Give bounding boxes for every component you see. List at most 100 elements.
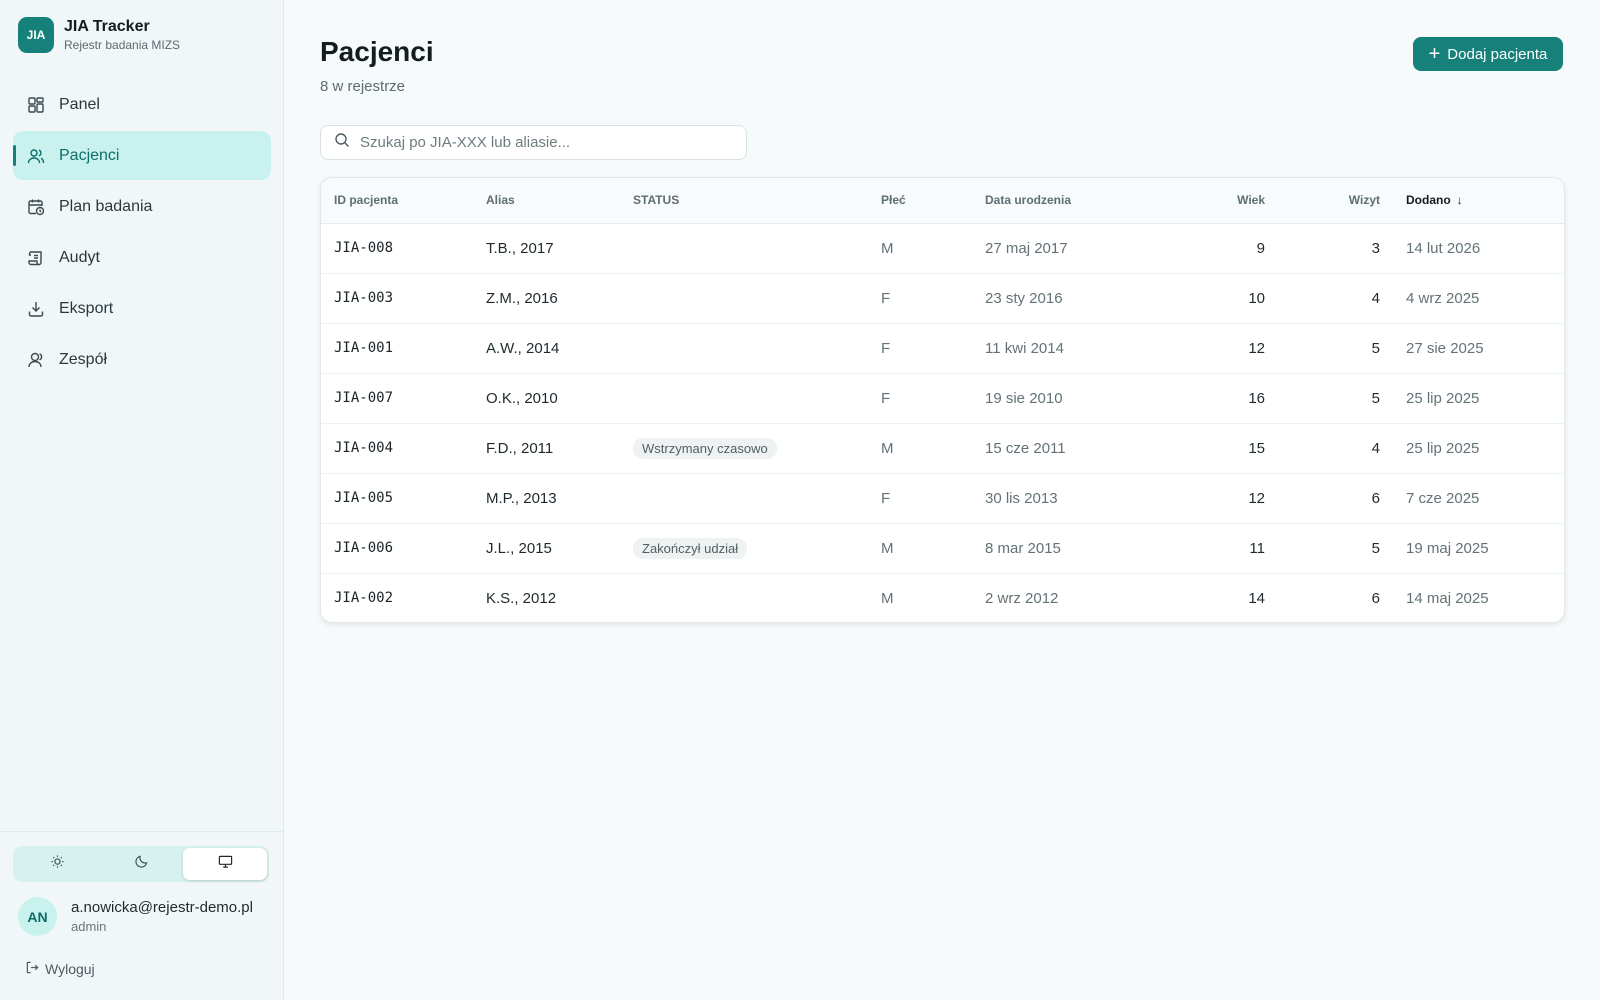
column-header-alias[interactable]: Alias (486, 178, 633, 224)
cell-visits: 6 (1265, 572, 1380, 622)
cell-added: 4 wrz 2025 (1380, 272, 1564, 323)
add-patient-label: Dodaj pacjenta (1447, 45, 1548, 63)
table-row[interactable]: JIA-002 K.S., 2012 M 2 wrz 2012 14 6 14 maj 20… (321, 572, 1564, 622)
status-badge: Wstrzymany czasowo (633, 437, 777, 459)
sidebar-item-label: Plan badania (59, 197, 153, 215)
avatar: AN (18, 897, 57, 936)
cell-dob: 8 mar 2015 (985, 522, 1185, 573)
table-row[interactable]: JIA-005 M.P., 2013 F 30 lis 2013 12 6 7 cze 20… (321, 472, 1564, 523)
page-title: Pacjenci (320, 36, 434, 67)
cell-added: 25 lip 2025 (1380, 372, 1564, 423)
cell-sex: M (881, 572, 985, 622)
sidebar-item-panel[interactable]: Panel (13, 80, 271, 129)
brand[interactable]: JIA JIA Tracker Rejestr badania MIZS (18, 17, 180, 53)
logout-label: Wyloguj (45, 961, 95, 977)
cell-patient-id: JIA-005 (321, 472, 486, 523)
column-header-added[interactable]: Dodano ↓ (1380, 178, 1564, 224)
monitor-icon (218, 854, 233, 874)
cell-age: 11 (1185, 522, 1265, 573)
cell-status: Zakończył udział (633, 522, 881, 573)
column-header-dob[interactable]: Data urodzenia (985, 178, 1185, 224)
calendar-clock-icon (27, 198, 45, 216)
table-row[interactable]: JIA-001 A.W., 2014 F 11 kwi 2014 12 5 27 sie 2… (321, 322, 1564, 373)
theme-light-button[interactable] (15, 848, 99, 880)
cell-visits: 6 (1265, 472, 1380, 523)
brand-subtitle: Rejestr badania MIZS (64, 38, 181, 52)
cell-added: 14 maj 2025 (1380, 572, 1564, 622)
dashboard-icon (27, 96, 45, 114)
cell-added: 7 cze 2025 (1380, 472, 1564, 523)
cell-sex: F (881, 272, 985, 323)
sidebar-item-label: Pacjenci (59, 146, 120, 164)
table-row[interactable]: JIA-007 O.K., 2010 F 19 sie 2010 16 5 25 lip 2… (321, 372, 1564, 423)
cell-status (633, 572, 881, 622)
add-patient-button[interactable]: + Dodaj pacjenta (1413, 37, 1563, 71)
sidebar-item-eksport[interactable]: Eksport (13, 284, 271, 333)
cell-visits: 4 (1265, 272, 1380, 323)
sidebar-item-plan-badania[interactable]: Plan badania (13, 182, 271, 231)
cell-alias: O.K., 2010 (486, 372, 633, 423)
column-header-visits[interactable]: Wizyt (1265, 178, 1380, 224)
sidebar-item-zespol[interactable]: Zespół (13, 335, 271, 384)
download-icon (27, 300, 45, 318)
cell-patient-id: JIA-006 (321, 522, 486, 573)
cell-patient-id: JIA-002 (321, 572, 486, 622)
cell-dob: 19 sie 2010 (985, 372, 1185, 423)
scroll-icon (27, 249, 45, 267)
cell-dob: 15 cze 2011 (985, 422, 1185, 473)
user-role: admin (71, 918, 107, 934)
cell-age: 9 (1256, 239, 1265, 257)
user-profile[interactable]: AN a.nowicka@rejestr-demo.pl admin (18, 897, 253, 936)
cell-age: 10 (1185, 272, 1265, 323)
plus-icon: + (1428, 43, 1441, 65)
cell-status (633, 322, 881, 373)
sidebar: JIA JIA Tracker Rejestr badania MIZS Pan… (0, 0, 284, 1000)
table-row[interactable]: JIA-004 F.D., 2011 Wstrzymany czasowo M 15 c… (321, 422, 1564, 473)
cell-dob: 11 kwi 2014 (985, 322, 1185, 373)
cell-alias: J.L., 2015 (486, 522, 633, 573)
cell-patient-id: JIA-001 (321, 322, 486, 373)
column-header-age[interactable]: Wiek (1185, 178, 1265, 224)
cell-patient-id: JIA-003 (321, 272, 486, 323)
column-header-sex[interactable]: Płeć (881, 178, 985, 224)
sidebar-item-pacjenci[interactable]: Pacjenci (13, 131, 271, 180)
cell-status (633, 472, 881, 523)
search-input[interactable] (360, 134, 740, 151)
cell-alias: A.W., 2014 (486, 322, 633, 373)
theme-dark-button[interactable] (99, 848, 183, 880)
logout-button[interactable]: Wyloguj (25, 960, 95, 978)
cell-sex: F (881, 372, 985, 423)
table-row[interactable]: JIA-003 Z.M., 2016 F 23 sty 2016 10 4 4 wrz 20… (321, 272, 1564, 323)
patient-count: 8 w rejestrze (320, 78, 406, 95)
cell-sex: M (881, 239, 894, 257)
cell-patient-id: JIA-007 (321, 372, 486, 423)
sidebar-item-label: Eksport (59, 299, 114, 317)
cell-status: Wstrzymany czasowo (633, 422, 881, 473)
cell-dob: 23 sty 2016 (985, 272, 1185, 323)
logout-icon (25, 960, 45, 978)
cell-age: 16 (1185, 372, 1265, 423)
sidebar-item-audyt[interactable]: Audyt (13, 233, 271, 282)
table-row[interactable]: JIA-008 T.B., 2017 M 27 maj 2017 9 3 14 lut 20… (321, 223, 1564, 273)
cell-sex: M (881, 422, 985, 473)
cell-patient-id: JIA-008 (334, 240, 394, 256)
cell-visits: 3 (1371, 239, 1380, 257)
cell-alias: K.S., 2012 (486, 572, 633, 622)
cell-age: 15 (1185, 422, 1265, 473)
column-header-status[interactable]: STATUS (633, 178, 881, 224)
table-row[interactable]: JIA-006 J.L., 2015 Zakończył udział M 8 mar … (321, 522, 1564, 573)
cell-visits: 4 (1265, 422, 1380, 473)
brand-logo: JIA (18, 17, 54, 53)
theme-system-button[interactable] (183, 848, 267, 880)
cell-dob: 30 lis 2013 (985, 472, 1185, 523)
column-header-id[interactable]: ID pacjenta (321, 178, 486, 224)
cell-visits: 5 (1265, 322, 1380, 373)
theme-switcher (13, 846, 269, 882)
user-icon (27, 351, 45, 369)
cell-dob: 27 maj 2017 (985, 239, 1068, 257)
cell-dob: 2 wrz 2012 (985, 572, 1185, 622)
cell-sex: F (881, 472, 985, 523)
cell-visits: 5 (1265, 372, 1380, 423)
table-header-row: ID pacjenta Alias STATUS Płeć Data urodz… (321, 178, 1564, 224)
user-email: a.nowicka@rejestr-demo.pl (71, 898, 253, 916)
